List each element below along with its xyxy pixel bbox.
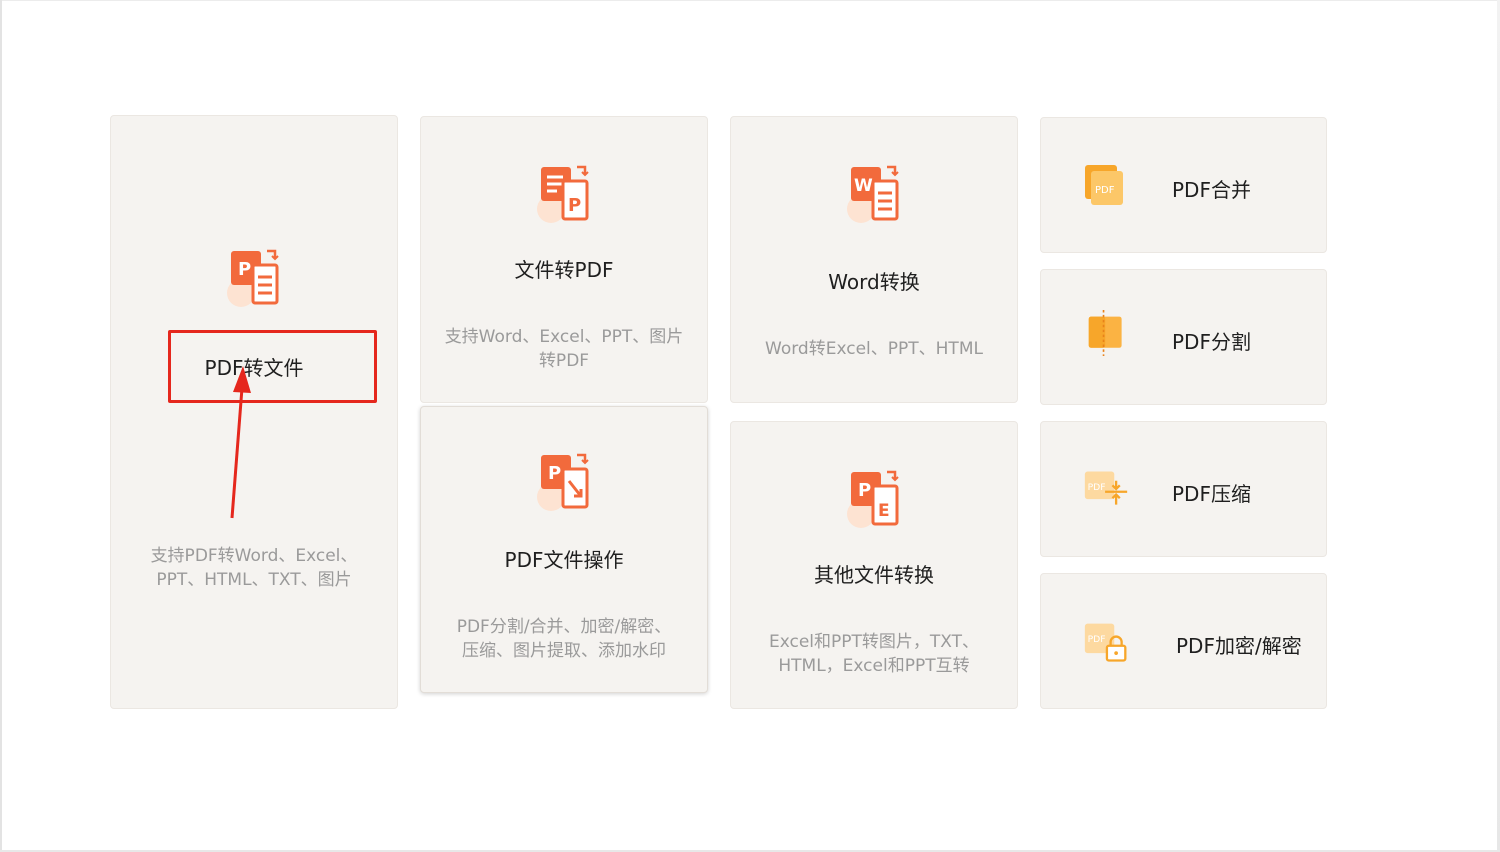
card-title: PDF文件操作: [504, 548, 624, 572]
card-other-convert[interactable]: P E 其他文件转换 Excel和PPT转图片，TXT、 HTML，Excel和…: [730, 421, 1018, 709]
tool-label: PDF加密/解密: [1176, 634, 1302, 658]
svg-text:P: P: [568, 195, 581, 216]
card-description: Word转Excel、PPT、HTML: [745, 337, 1003, 361]
pdf-lock-icon: PDF: [1084, 623, 1127, 662]
desc-line: 支持PDF转Word、Excel、: [150, 546, 358, 566]
tool-pdf-compress[interactable]: PDF PDF压缩: [1040, 421, 1327, 557]
pdf-merge-icon: PDF: [1085, 165, 1123, 205]
card-file-to-pdf[interactable]: P 文件转PDF 支持Word、Excel、PPT、图片 转PDF: [420, 116, 708, 403]
tool-label: PDF分割: [1172, 330, 1251, 354]
card-title: 文件转PDF: [514, 258, 614, 282]
svg-text:E: E: [878, 501, 890, 521]
pdf-split-icon: [1088, 310, 1122, 356]
pdf-to-file-icon: P: [227, 249, 279, 307]
desc-line: 转PDF: [538, 351, 590, 371]
desc-line: PDF分割/合并、加密/解密、: [456, 617, 672, 637]
desc-line: Excel和PPT转图片，TXT、: [768, 632, 980, 652]
tool-label: PDF合并: [1172, 178, 1251, 202]
card-pdf-file-ops[interactable]: P PDF文件操作 PDF分割/合并、加密/解密、 压缩、图片提取、添加水印: [420, 406, 708, 693]
pdf-compress-icon: PDF: [1084, 471, 1128, 505]
svg-text:PDF: PDF: [1088, 482, 1106, 493]
desc-line: PPT、HTML、TXT、图片: [156, 570, 352, 590]
card-word-convert[interactable]: W Word转换 Word转Excel、PPT、HTML: [730, 116, 1018, 403]
card-description: 支持Word、Excel、PPT、图片 转PDF: [435, 325, 693, 373]
svg-text:PDF: PDF: [1088, 634, 1106, 645]
card-description: PDF分割/合并、加密/解密、 压缩、图片提取、添加水印: [435, 615, 693, 663]
svg-text:W: W: [854, 176, 873, 196]
tool-pdf-merge[interactable]: PDF PDF合并: [1040, 117, 1327, 253]
highlight-annotation-box: [168, 330, 377, 403]
file-to-pdf-icon: P: [537, 165, 589, 223]
svg-text:P: P: [548, 463, 561, 484]
pdf-ops-icon: P: [537, 453, 589, 511]
other-convert-icon: P E: [847, 470, 899, 528]
window-top-border: [0, 0, 1500, 1]
card-description: 支持PDF转Word、Excel、 PPT、HTML、TXT、图片: [125, 544, 383, 592]
desc-line: 压缩、图片提取、添加水印: [462, 641, 666, 661]
window-left-border: [0, 0, 2, 852]
card-title: Word转换: [828, 270, 920, 294]
svg-text:P: P: [858, 480, 871, 501]
card-pdf-to-file[interactable]: P PDF转文件 支持PDF转Word、Excel、 PPT、HTML、TXT、…: [110, 115, 398, 709]
word-convert-icon: W: [847, 165, 899, 223]
svg-text:P: P: [238, 259, 251, 280]
desc-line: HTML，Excel和PPT互转: [778, 656, 970, 676]
desc-line: Word转Excel、PPT、HTML: [765, 339, 983, 359]
tool-pdf-split[interactable]: PDF分割: [1040, 269, 1327, 405]
svg-text:PDF: PDF: [1095, 185, 1115, 196]
card-title: 其他文件转换: [814, 563, 934, 587]
tool-pdf-encrypt[interactable]: PDF PDF加密/解密: [1040, 573, 1327, 709]
desc-line: 支持Word、Excel、PPT、图片: [444, 327, 684, 347]
tool-label: PDF压缩: [1172, 482, 1251, 506]
card-description: Excel和PPT转图片，TXT、 HTML，Excel和PPT互转: [745, 630, 1003, 678]
